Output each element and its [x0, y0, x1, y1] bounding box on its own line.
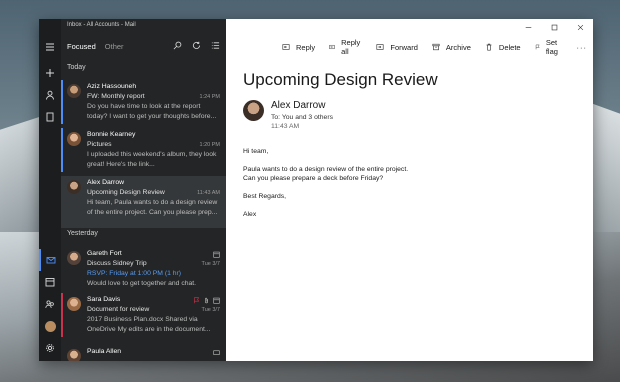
message-item[interactable]: Bonnie Kearney Pictures 1:20 PM I uploade… [61, 128, 226, 172]
nav-rail [39, 19, 61, 361]
message-sender: Aziz Hassouneh [87, 83, 137, 90]
body-line: Can you please prepare a deck before Fri… [243, 175, 384, 182]
body-greeting: Hi team, [243, 148, 269, 155]
maximize-button[interactable] [541, 19, 567, 35]
sync-icon[interactable] [192, 41, 201, 52]
body-line: Paula wants to do a design review of the… [243, 166, 409, 173]
close-button[interactable] [567, 19, 593, 35]
folders-icon[interactable] [39, 106, 61, 128]
reply-icon [282, 44, 290, 50]
people-icon[interactable] [39, 293, 61, 315]
message-time: 1:24 PM [199, 94, 220, 100]
flag-indicator [61, 293, 63, 337]
sender-avatar [67, 349, 81, 361]
message-date: 11:43 AM [271, 123, 300, 130]
reply-all-button[interactable]: Reply all [329, 38, 362, 56]
message-from[interactable]: Alex Darrow [271, 100, 325, 111]
sender-avatar [67, 84, 81, 98]
message-sender: Alex Darrow [87, 179, 125, 186]
message-preview: I uploaded this weekend's album, they lo… [87, 151, 217, 168]
message-item[interactable]: Gareth Fort Discuss Sidney Trip Tue 3/7 R… [61, 247, 226, 291]
message-rsvp: RSVP: Friday at 1:00 PM (1 hr) [87, 270, 182, 277]
archive-icon [432, 43, 440, 51]
message-sender: Paula Allen [87, 348, 122, 355]
flag-icon [193, 297, 200, 308]
archive-button[interactable]: Archive [432, 43, 471, 52]
message-subject: Discuss Sidney Trip [87, 260, 147, 267]
sender-avatar [67, 132, 81, 146]
message-preview: 2017 Business Plan.docx Shared via OneDr… [87, 316, 211, 333]
unread-indicator [61, 80, 63, 124]
sender-avatar [67, 297, 81, 311]
mail-window: Inbox - All Accounts - Mail Focused Othe… [39, 19, 593, 361]
new-mail-icon[interactable] [39, 62, 61, 84]
tab-focused[interactable]: Focused [67, 42, 96, 51]
sender-avatar [67, 180, 81, 194]
message-item-selected[interactable]: Alex Darrow Upcoming Design Review 11:43 … [61, 176, 226, 228]
set-flag-label: Set flag [545, 38, 558, 56]
command-bar: Reply Reply all Forward Archive Delete S… [282, 38, 588, 56]
forward-icon [376, 44, 384, 50]
reply-label: Reply [296, 42, 316, 52]
calendar-invite-icon [213, 297, 220, 308]
mail-icon[interactable] [39, 249, 61, 271]
message-sender: Bonnie Kearney [87, 131, 136, 138]
reply-all-label: Reply all [341, 38, 361, 56]
message-item[interactable]: Aziz Hassouneh FW: Monthly report 1:24 PM… [61, 80, 226, 124]
minimize-button[interactable] [515, 19, 541, 35]
sender-avatar[interactable] [243, 100, 264, 121]
message-preview: Do you have time to look at the report t… [87, 103, 217, 120]
section-header-today: Today [67, 64, 86, 71]
message-preview: Would love to get together and chat. [87, 280, 197, 287]
attachment-icon [203, 297, 210, 308]
more-actions-button[interactable]: ··· [577, 43, 588, 52]
settings-gear-icon[interactable] [39, 337, 61, 359]
unread-indicator [61, 128, 63, 172]
calendar-invite-icon [213, 251, 220, 262]
set-flag-button[interactable]: Set flag [535, 38, 563, 56]
body-closing: Best Regards, [243, 193, 287, 200]
message-subject: FW: Monthly report [87, 93, 145, 100]
forward-button[interactable]: Forward [376, 43, 418, 52]
window-controls [515, 19, 593, 35]
archive-label: Archive [445, 42, 471, 52]
message-subject: Document for review [87, 306, 150, 313]
tab-other[interactable]: Other [105, 42, 124, 51]
delete-label: Delete [498, 42, 521, 52]
window-title: Inbox - All Accounts - Mail [67, 22, 136, 28]
sender-avatar [67, 251, 81, 265]
selection-mode-icon[interactable] [211, 41, 220, 52]
reply-button[interactable]: Reply [282, 43, 315, 52]
message-sender: Gareth Fort [87, 250, 122, 257]
message-item[interactable]: Paula Allen [61, 345, 226, 361]
body-signature: Alex [243, 211, 257, 218]
reply-all-icon [329, 44, 335, 50]
profile-avatar[interactable] [39, 315, 61, 337]
accounts-icon[interactable] [39, 84, 61, 106]
message-preview: Hi team, Paula wants to do a design revi… [87, 199, 218, 216]
hamburger-menu-icon[interactable] [39, 36, 61, 58]
message-time: 11:43 AM [197, 190, 220, 196]
reading-pane: Reply Reply all Forward Archive Delete S… [226, 19, 593, 361]
message-recipients[interactable]: To: You and 3 others [271, 114, 333, 121]
filter-bar: Focused Other [61, 36, 226, 56]
search-icon[interactable] [173, 41, 182, 52]
message-time: 1:20 PM [199, 142, 220, 148]
trash-icon [486, 43, 492, 51]
section-header-yesterday: Yesterday [67, 230, 98, 237]
mail-icon [213, 349, 220, 360]
message-subject: Pictures [87, 141, 112, 148]
calendar-icon[interactable] [39, 271, 61, 293]
message-list-pane: Inbox - All Accounts - Mail Focused Othe… [61, 19, 226, 361]
delete-button[interactable]: Delete [485, 43, 521, 52]
message-item[interactable]: Sara Davis Document for review Tue 3/7 20… [61, 293, 226, 337]
flag-icon [535, 44, 540, 50]
message-subject: Upcoming Design Review [87, 189, 165, 196]
message-title: Upcoming Design Review [243, 70, 438, 89]
forward-label: Forward [390, 42, 418, 52]
